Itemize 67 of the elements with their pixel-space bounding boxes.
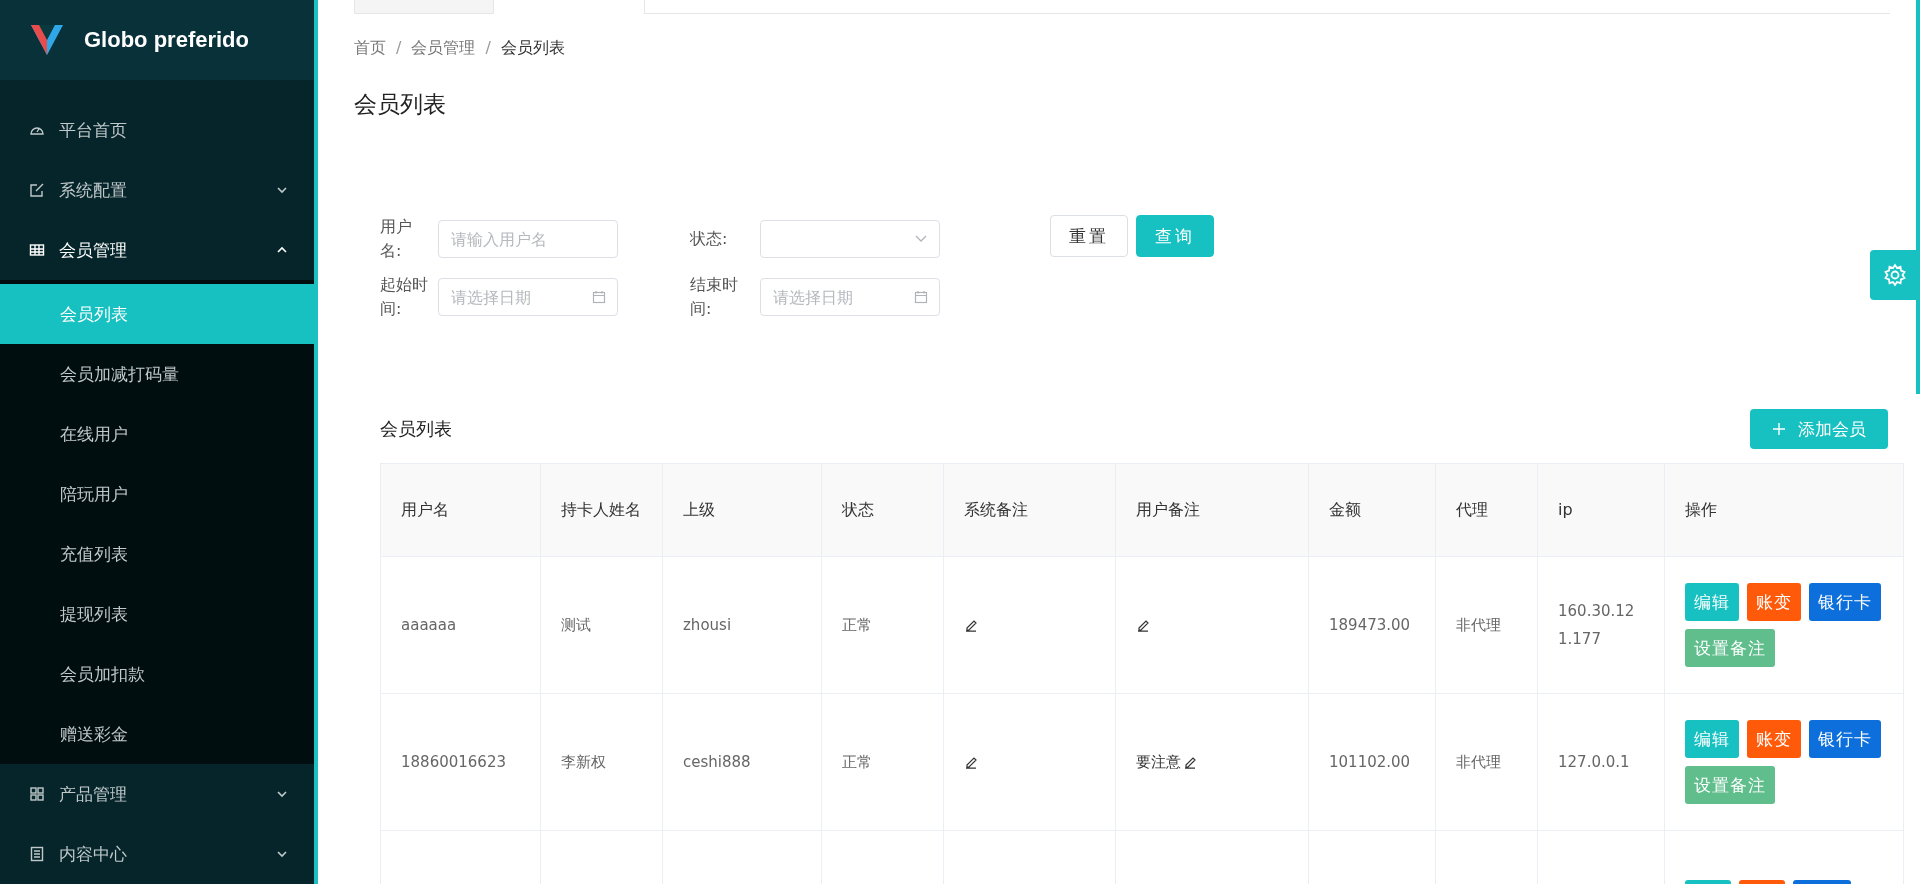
page-title: 会员列表 (354, 90, 447, 119)
submenu-item[interactable]: 赠送彩金 (0, 704, 314, 764)
column-header: 用户备注 (1116, 464, 1309, 556)
submenu-item[interactable]: 会员加扣款 (0, 644, 314, 704)
calendar-icon (914, 290, 928, 304)
note-text: 要注意 (1136, 752, 1181, 772)
filter-label: 起始时间: (380, 274, 429, 320)
table-cell: ceshi888 (683, 753, 751, 771)
table-cell: 李新权 (561, 752, 606, 772)
submenu-item[interactable]: 充值列表 (0, 524, 314, 584)
column-header: 操作 (1684, 499, 1718, 521)
column-header: 代理 (1436, 464, 1538, 556)
column-header: 持卡人姓名 (541, 464, 663, 556)
column-header: 金额 (1309, 464, 1436, 556)
column-header: 用户名 (381, 464, 541, 556)
date-input[interactable]: 请选择日期 (438, 278, 618, 316)
pencil-icon[interactable] (1183, 755, 1197, 769)
logo-icon (30, 23, 64, 57)
table-cell: 非代理 (1456, 615, 1501, 635)
table-cell: 189473.00 (1329, 616, 1411, 634)
table-cell: 正常 (842, 752, 872, 772)
menu-icon (29, 786, 45, 802)
filter-label: 状态: (690, 228, 729, 250)
submenu-item[interactable]: 会员加减打码量 (0, 344, 314, 404)
table-cell-text: 127.0.0.1 (1558, 752, 1630, 773)
column-header: ip (1538, 464, 1665, 556)
username-input[interactable]: 请输入用户名 (438, 220, 618, 258)
filter-label: 用户名: (380, 216, 413, 262)
menu-icon (29, 846, 45, 862)
calendar-icon (592, 290, 606, 304)
breadcrumb-separator: / (396, 38, 402, 59)
column-header: 上级 (663, 464, 822, 556)
pencil-icon[interactable] (964, 755, 978, 769)
chevron-icon (915, 235, 927, 243)
date-input[interactable]: 请选择日期 (760, 278, 940, 316)
table-cell: 测试 (561, 615, 591, 635)
submenu-item[interactable]: 提现列表 (0, 584, 314, 644)
submenu-item[interactable]: 在线用户 (0, 404, 314, 464)
table-cell: aaaaaa (401, 616, 457, 634)
table-cell: 18860016623 (401, 753, 506, 771)
settings-icon (1883, 263, 1907, 287)
menu-icon (29, 182, 45, 198)
breadcrumb-link[interactable]: 会员管理 (411, 38, 476, 59)
reset-button[interactable]: 重置 (1050, 215, 1128, 257)
breadcrumb-link[interactable]: 首页 (354, 38, 386, 59)
action-button[interactable]: 银行卡 (1809, 583, 1881, 621)
breadcrumb-separator: / (485, 38, 491, 59)
filter-label: 结束时间: (690, 274, 739, 320)
chevron-icon (276, 850, 288, 858)
pencil-icon[interactable] (964, 618, 978, 632)
table-cell-text: 160.30.121.177 (1558, 601, 1636, 650)
chevron-icon (276, 790, 288, 798)
chevron-icon (276, 246, 288, 254)
table-title: 会员列表 (380, 417, 452, 441)
pencil-icon[interactable] (1136, 618, 1150, 632)
action-button[interactable]: 银行卡 (1809, 720, 1881, 758)
column-header: 系统备注 (944, 464, 1116, 556)
column-header: 状态 (822, 464, 944, 556)
table-cell: 正常 (842, 615, 872, 635)
submenu-item[interactable]: 陪玩用户 (0, 464, 314, 524)
chevron-icon (276, 186, 288, 194)
plus-icon (1772, 422, 1786, 436)
table-cell: 非代理 (1456, 752, 1501, 772)
table-cell: 101102.00 (1329, 753, 1411, 771)
logo-text: Globo preferido (84, 27, 249, 53)
table-cell: zhousi (683, 616, 732, 634)
menu-icon (29, 242, 45, 258)
